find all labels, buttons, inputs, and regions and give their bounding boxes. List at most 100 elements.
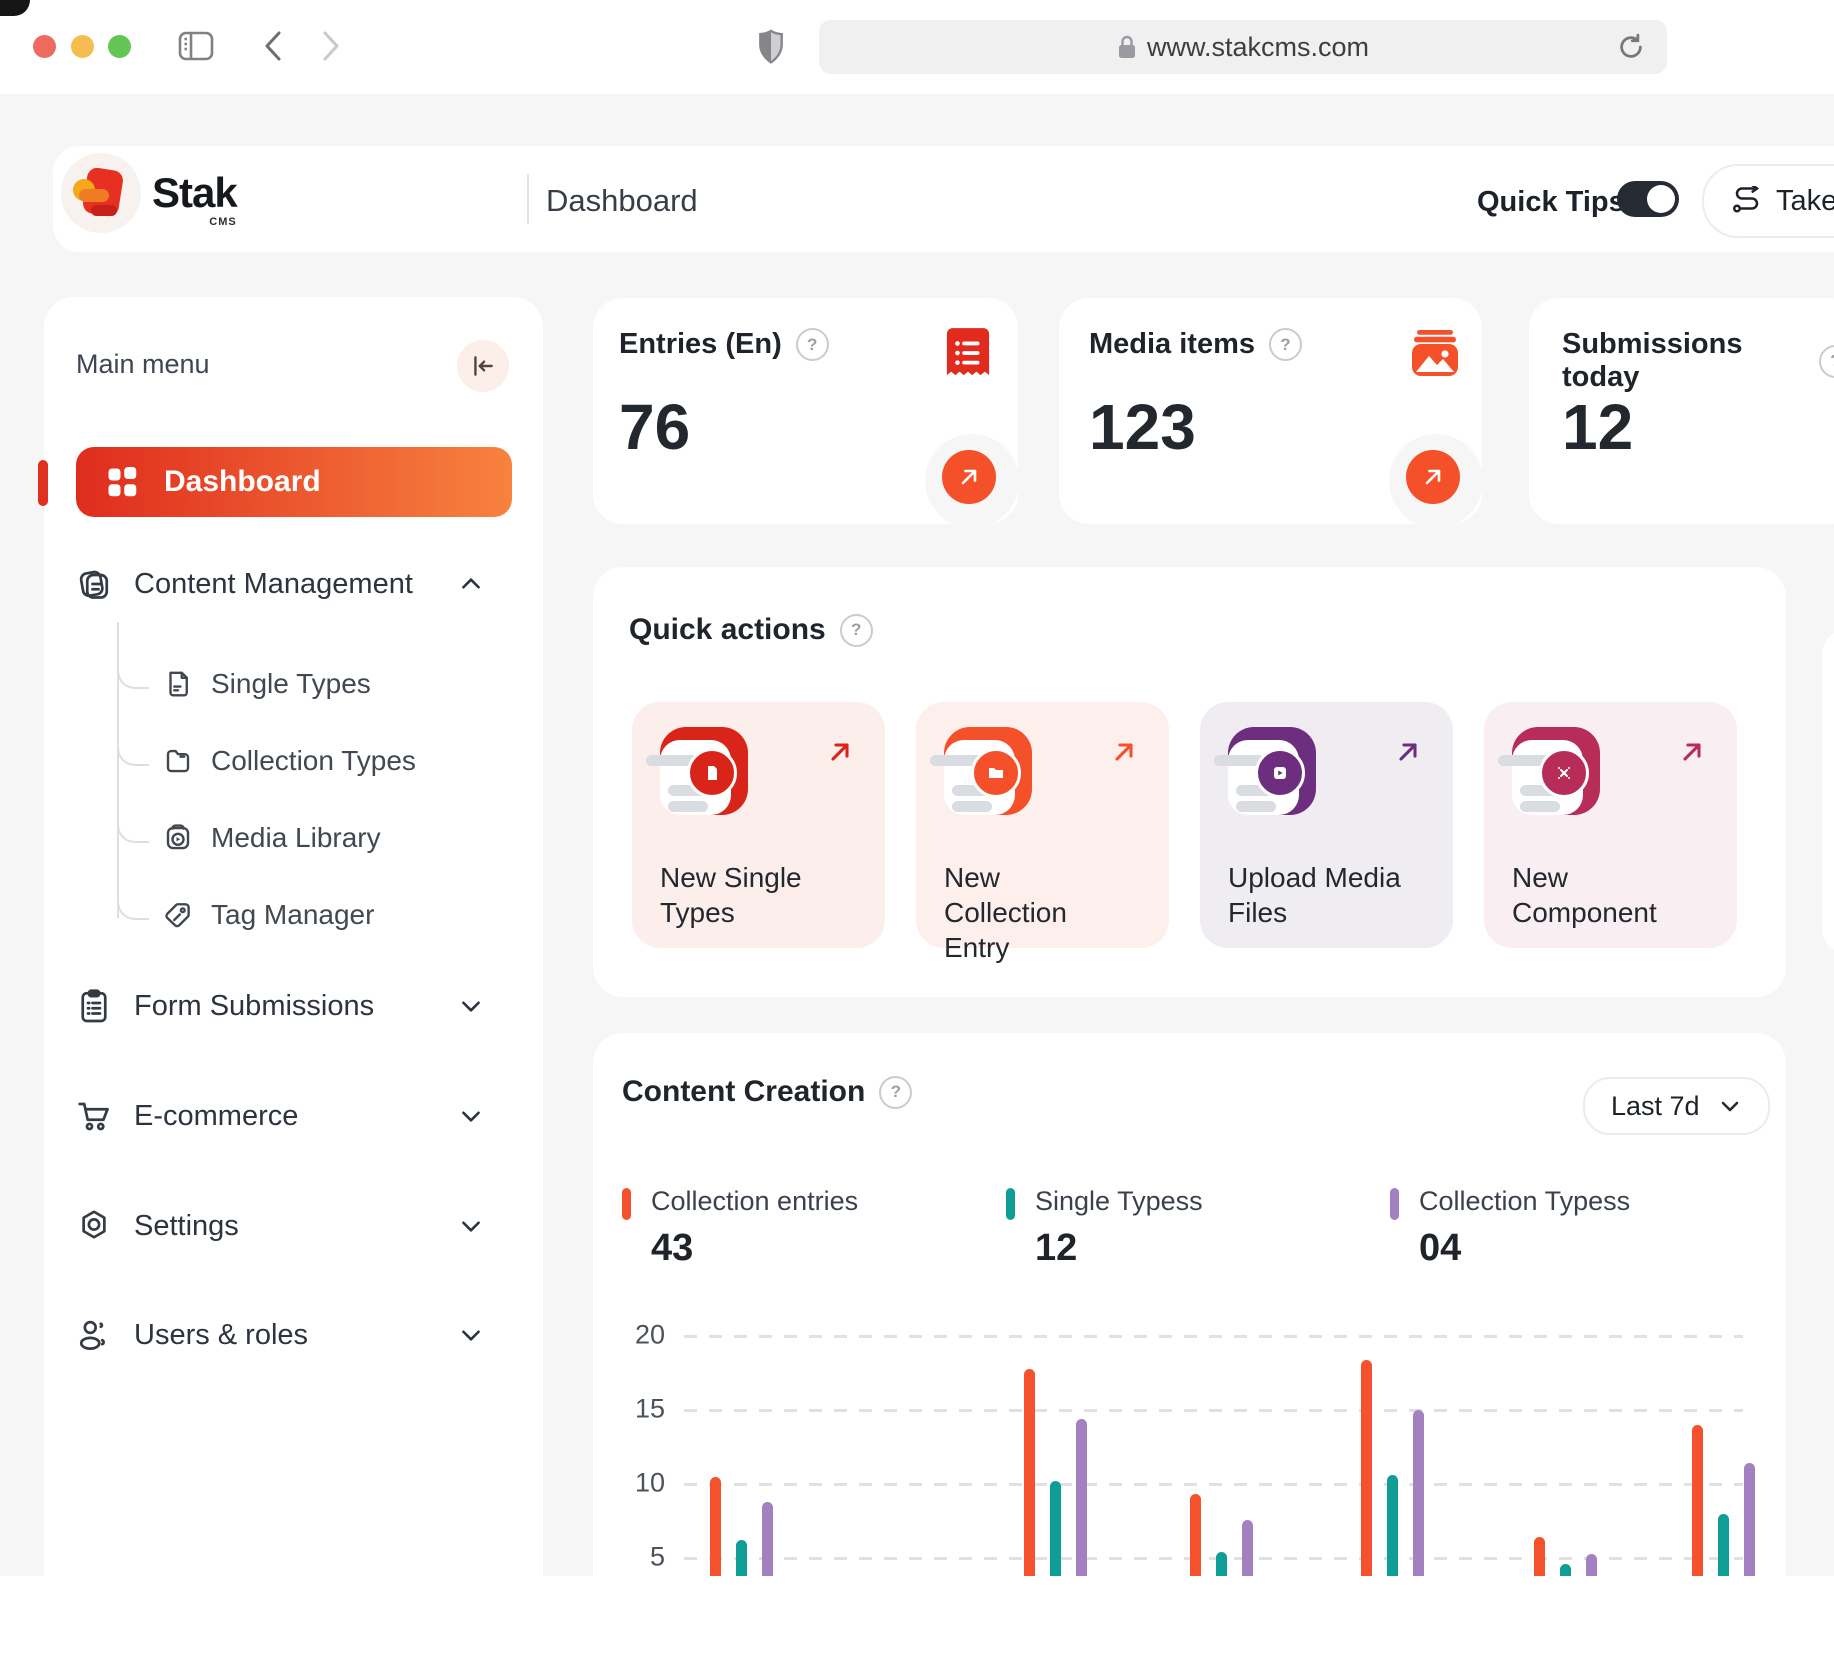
sidebar-item-content-management[interactable]: Content Management [76, 566, 512, 602]
stat-card-entries: Entries (En) ? 76 [593, 298, 1018, 524]
quick-action-label: New Component [1512, 860, 1692, 930]
bar-single-typess-g5 [1387, 1475, 1398, 1576]
quick-tips-label: Quick Tips [1477, 186, 1625, 219]
stat-card-media-items: Media items ? 123 [1059, 298, 1482, 524]
quick-action-upload-media-files[interactable]: Upload Media Files [1200, 702, 1453, 948]
chevron-down-icon [1718, 1094, 1742, 1118]
sidebar-item-label: Content Management [134, 568, 413, 601]
privacy-shield-icon[interactable] [756, 28, 786, 66]
legend-label: Single Typess [1035, 1186, 1203, 1217]
help-icon[interactable]: ? [1269, 328, 1302, 361]
sidebar-item-label: Settings [134, 1210, 239, 1243]
stat-title: Entries (En) [619, 328, 782, 361]
sidebar-item-label: Users & roles [134, 1319, 308, 1352]
stat-card-submissions-today: Submissions today ? 12 [1529, 298, 1834, 524]
open-media-button[interactable] [1406, 450, 1460, 504]
legend-value: 04 [1419, 1227, 1630, 1270]
window-corner-artifact [0, 0, 30, 16]
help-icon[interactable]: ? [879, 1076, 912, 1109]
brand-logo [61, 153, 141, 233]
chevron-down-icon[interactable] [458, 1103, 484, 1129]
bar-collection-typess-g6 [1586, 1554, 1597, 1576]
collection-types-icon [163, 746, 193, 776]
gridline-10 [684, 1483, 1743, 1486]
sidebar-item-media-library[interactable]: Media Library [163, 822, 473, 854]
quick-action-new-collection-entry[interactable]: New Collection Entry [916, 702, 1169, 948]
bar-collection-typess-g5 [1413, 1410, 1424, 1576]
help-icon[interactable]: ? [796, 328, 829, 361]
forward-icon[interactable] [320, 30, 342, 62]
y-axis-tick-label: 20 [603, 1319, 665, 1350]
collapse-sidebar-button[interactable] [457, 340, 509, 392]
minimize-window-button[interactable] [71, 35, 94, 58]
quick-action-new-component[interactable]: New Component [1484, 702, 1737, 948]
back-icon[interactable] [262, 30, 284, 62]
sidebar-item-label: Dashboard [164, 465, 321, 499]
sidebar-item-users-roles[interactable]: Users & roles [76, 1317, 512, 1353]
chevron-down-icon[interactable] [458, 993, 484, 1019]
take-tour-label: Take T [1776, 185, 1834, 218]
close-window-button[interactable] [33, 35, 56, 58]
new-component-icon [1512, 727, 1600, 815]
bar-collection-entries-g6 [1534, 1537, 1545, 1576]
arrow-up-right-icon [1678, 738, 1706, 766]
open-entries-button[interactable] [942, 450, 996, 504]
bar-collection-entries-g1 [710, 1477, 721, 1576]
content-creation-title: Content Creation [622, 1075, 865, 1109]
sidebar-item-tag-manager[interactable]: Tag Manager [163, 899, 473, 931]
sidebar-item-form-submissions[interactable]: Form Submissions [76, 988, 512, 1024]
bar-collection-typess-g7 [1744, 1463, 1755, 1576]
date-range-label: Last 7d [1611, 1091, 1700, 1122]
gridline-15 [684, 1409, 1743, 1412]
arrow-up-right-icon [826, 738, 854, 766]
date-range-dropdown[interactable]: Last 7d [1583, 1077, 1770, 1135]
sidebar-item-label: Single Types [211, 668, 371, 700]
quick-tips-toggle[interactable] [1617, 181, 1679, 217]
collapse-arrow-icon [470, 353, 496, 379]
legend-label: Collection Typess [1419, 1186, 1630, 1217]
chevron-up-icon[interactable] [458, 571, 484, 597]
quick-actions-title: Quick actions [629, 613, 826, 647]
take-tour-button[interactable]: Take T [1702, 164, 1834, 238]
help-icon[interactable]: ? [1819, 345, 1834, 378]
stat-value: 76 [619, 390, 690, 464]
bar-single-typess-g6 [1560, 1564, 1571, 1576]
help-icon[interactable]: ? [840, 614, 873, 647]
sidebar-item-single-types[interactable]: Single Types [163, 668, 473, 700]
chevron-down-icon[interactable] [458, 1322, 484, 1348]
sidebar-item-dashboard[interactable]: Dashboard [76, 447, 512, 517]
bar-single-typess-g7 [1718, 1514, 1729, 1576]
quick-action-new-single-types[interactable]: New Single Types [632, 702, 885, 948]
bar-collection-entries-g4 [1190, 1494, 1201, 1576]
gridline-20 [684, 1335, 1743, 1338]
bar-collection-entries-g5 [1361, 1360, 1372, 1576]
bar-single-typess-g4 [1216, 1552, 1227, 1576]
gridline-5 [684, 1557, 1743, 1560]
quick-action-label: New Collection Entry [944, 860, 1124, 965]
sidebar-item-label: Media Library [211, 822, 381, 854]
bar-collection-entries-g7 [1692, 1425, 1703, 1576]
brand-sub: CMS [152, 216, 237, 228]
url-bar[interactable]: www.stakcms.com [819, 20, 1667, 74]
lock-icon [1117, 34, 1137, 60]
browser-chrome: www.stakcms.com [0, 0, 1834, 94]
maximize-window-button[interactable] [108, 35, 131, 58]
toggle-sidebar-icon[interactable] [178, 30, 214, 62]
sidebar-item-label: Form Submissions [134, 990, 374, 1023]
arrow-up-right-icon [957, 465, 981, 489]
bar-single-typess-g3 [1050, 1481, 1061, 1576]
sidebar-item-ecommerce[interactable]: E-commerce [76, 1098, 512, 1134]
chevron-down-icon[interactable] [458, 1213, 484, 1239]
brand-name: Stak [152, 172, 237, 214]
legend-collection-entries: Collection entries 43 [622, 1186, 858, 1270]
arrow-up-right-icon [1110, 738, 1138, 766]
sidebar-item-collection-types[interactable]: Collection Types [163, 745, 473, 777]
stat-title: Submissions today [1562, 328, 1805, 394]
reload-icon[interactable] [1616, 32, 1646, 62]
sidebar-item-settings[interactable]: Settings [76, 1208, 512, 1244]
receipt-icon [945, 328, 991, 380]
partial-card-right-edge [1822, 630, 1834, 953]
arrow-up-right-icon [1394, 738, 1422, 766]
users-roles-icon [76, 1317, 112, 1353]
sidebar-item-label: E-commerce [134, 1100, 298, 1133]
